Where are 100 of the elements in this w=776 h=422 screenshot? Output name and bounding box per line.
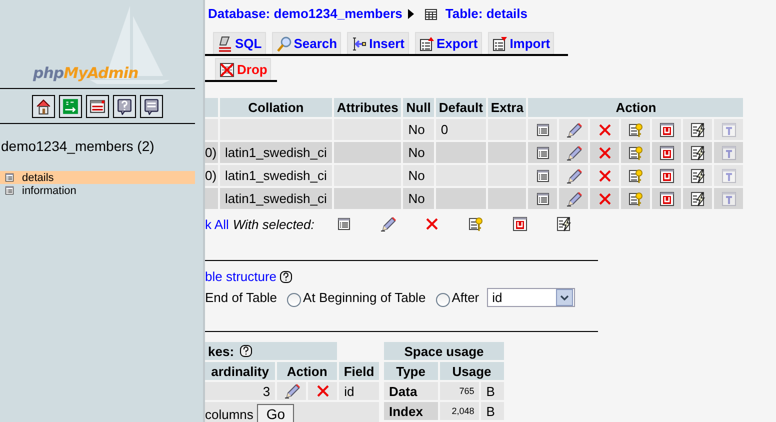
tab[interactable]: Insert <box>347 32 409 54</box>
database-link[interactable]: Database: demo1234_members <box>208 6 402 21</box>
column-header: Null <box>403 98 434 117</box>
with-selected-label: With selected: <box>232 216 314 232</box>
column-header: Default <box>436 98 486 117</box>
table-cell: No <box>403 165 434 186</box>
table-link[interactable]: information <box>0 184 195 197</box>
unique-icon[interactable] <box>658 144 675 160</box>
pencil-icon[interactable] <box>566 144 582 160</box>
table-cell: 0) <box>205 165 218 186</box>
radio-label: At Beginning of Table <box>303 290 426 305</box>
table-cell: Data <box>384 382 438 400</box>
unique-icon[interactable] <box>658 122 675 138</box>
unique-icon[interactable] <box>658 190 675 206</box>
pencil-icon[interactable] <box>566 190 582 206</box>
table-list-icon <box>4 172 15 183</box>
table-cell: 765 <box>440 382 480 400</box>
indexes-title: kes: <box>208 344 234 358</box>
table-cell: latin1_swedish_ci <box>220 142 332 163</box>
search-icon <box>276 36 292 52</box>
table-list-icon <box>4 185 15 196</box>
sql-icon <box>217 36 233 52</box>
sql-speech-button[interactable] <box>140 95 163 118</box>
insert-icon <box>351 36 368 52</box>
go-button[interactable]: Go <box>257 404 294 422</box>
crossed-table-icon <box>219 62 235 78</box>
table-list-icon[interactable] <box>534 168 551 184</box>
cross-icon[interactable] <box>424 216 440 232</box>
table-cell: 2,048 <box>440 402 480 420</box>
help-icon[interactable] <box>240 345 252 357</box>
table-link[interactable]: details <box>0 171 195 184</box>
exit-icon <box>62 98 79 115</box>
table-list-icon[interactable] <box>534 190 551 206</box>
help-button[interactable] <box>113 95 136 118</box>
lightning-table-icon[interactable] <box>556 216 572 232</box>
sql-window-button[interactable] <box>86 95 109 118</box>
radio-label: After <box>452 290 480 305</box>
radio-button[interactable] <box>287 292 302 306</box>
lightning-table-icon[interactable] <box>690 144 706 160</box>
lightning-table-icon[interactable] <box>690 190 706 206</box>
triangle-icon <box>408 8 414 18</box>
table-list-icon[interactable] <box>534 144 551 160</box>
space-usage-title: Space usage <box>384 342 504 360</box>
table-cell: 0) <box>205 142 218 163</box>
table-cell: B <box>481 402 504 420</box>
key-icon[interactable] <box>628 168 644 184</box>
table-cell: id <box>339 382 379 400</box>
radio-button[interactable] <box>436 292 450 306</box>
key-icon[interactable] <box>468 216 484 232</box>
unique-icon[interactable] <box>658 168 675 184</box>
table-cell: latin1_swedish_ci <box>220 188 332 209</box>
field-dropdown[interactable]: id <box>487 288 576 307</box>
pencil-icon[interactable] <box>566 122 582 138</box>
table-list-icon[interactable] <box>336 216 352 232</box>
cross-icon[interactable] <box>596 168 613 184</box>
sql-window-icon <box>89 98 106 115</box>
sql-speech-icon <box>143 98 160 115</box>
chevron-icon <box>560 294 570 300</box>
help-icon[interactable] <box>280 270 292 282</box>
home-icon <box>35 98 52 115</box>
check-all-link[interactable]: k All <box>205 216 229 232</box>
cross-icon[interactable] <box>314 383 331 399</box>
position-label: End of Table <box>205 290 278 305</box>
home-button[interactable] <box>32 95 55 118</box>
table-cell: latin1_swedish_ci <box>220 165 332 186</box>
database-name[interactable]: demo1234_members (2) <box>1 138 203 154</box>
tab[interactable]: Export <box>414 32 482 54</box>
table-cell: No <box>403 188 434 209</box>
table-cell: No <box>403 119 434 140</box>
key-icon[interactable] <box>628 122 644 138</box>
unique-icon[interactable] <box>512 216 528 232</box>
pencil-icon[interactable] <box>566 168 582 184</box>
pencil-icon[interactable] <box>284 383 300 399</box>
help-icon <box>116 98 133 115</box>
key-icon[interactable] <box>628 144 644 160</box>
column-header: Field <box>339 362 379 380</box>
cross-icon[interactable] <box>596 144 613 160</box>
pencil-icon[interactable] <box>380 216 396 232</box>
exit-button[interactable] <box>59 95 82 118</box>
key-icon[interactable] <box>628 190 644 206</box>
table-list-icon[interactable] <box>534 122 551 138</box>
tab[interactable]: SQL <box>213 32 266 54</box>
columns-label: columns <box>205 406 254 422</box>
cross-icon[interactable] <box>596 122 613 138</box>
column-header: Type <box>384 362 438 380</box>
table-cell: B <box>481 382 504 400</box>
table-cell: No <box>403 142 434 163</box>
structure-link[interactable]: ble structure <box>205 269 277 284</box>
column-header: Usage <box>440 362 504 380</box>
lightning-table-icon[interactable] <box>690 168 706 184</box>
column-header: Action <box>528 98 744 117</box>
table-cell: 3 <box>205 382 276 400</box>
tab[interactable]: Import <box>488 32 554 54</box>
column-header: Action <box>277 362 338 380</box>
cross-icon[interactable] <box>596 190 613 206</box>
tab[interactable]: Search <box>272 32 342 54</box>
table-cell: Index <box>384 402 438 420</box>
lightning-table-icon[interactable] <box>690 122 706 138</box>
column-header: Attributes <box>334 98 402 117</box>
table-link[interactable]: Table: details <box>445 6 528 21</box>
